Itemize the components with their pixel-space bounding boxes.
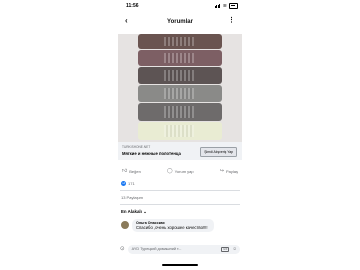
status-bar: 11:56 ≋	[116, 0, 244, 10]
reaction-count: 171	[128, 181, 135, 186]
divider	[120, 204, 240, 205]
share-icon: ↪	[219, 168, 224, 174]
comment-icon: ◯	[167, 168, 173, 174]
towel-stack-item	[138, 50, 222, 66]
comment-input[interactable]: AYD Турецкий домашний т... GIF ☺	[127, 244, 240, 254]
comments-header: ‹ Yorumlar ⋮	[116, 10, 244, 34]
towel-stack-item	[138, 122, 222, 140]
emoji-icon[interactable]: ☺	[232, 246, 237, 251]
gif-icon[interactable]: GIF	[221, 246, 229, 253]
signal-icon	[214, 3, 221, 8]
reaction-summary[interactable]: 👍︎ 171	[121, 181, 135, 186]
share-count[interactable]: 13 Paylaşım	[121, 195, 143, 200]
comment-composer: ⊙ AYD Турецкий домашний т... GIF ☺	[120, 244, 240, 254]
comment-bubble[interactable]: Ольга Опасская Спасибо ,очень хорошее ка…	[132, 219, 214, 232]
share-button[interactable]: ↪ Paylaş	[218, 166, 240, 176]
comment-button[interactable]: ◯ Yorum yap	[165, 166, 196, 176]
status-icons: ≋	[214, 2, 238, 9]
post-photo[interactable]	[118, 34, 242, 142]
shop-now-button[interactable]: Şimdi Alışveriş Yap	[200, 147, 237, 157]
sort-label: En Alakalı	[121, 209, 142, 214]
wifi-icon: ≋	[222, 2, 227, 9]
thumbs-up-icon: 👍︎	[122, 168, 128, 174]
home-indicator	[162, 264, 198, 266]
comment-label: Yorum yap	[174, 168, 194, 174]
comment-input-placeholder: AYD Турецкий домашний т...	[131, 246, 182, 251]
comment-text: Спасибо ,очень хорошее качество!!!!	[136, 225, 208, 230]
towel-stack-item	[138, 34, 222, 49]
page-title: Yorumlar	[167, 19, 193, 25]
towel-stack-item	[138, 103, 222, 121]
phone-screen: 11:56 ≋ ‹ Yorumlar ⋮ TURKISHONE.NET Мягк…	[116, 0, 244, 270]
like-reaction-icon: 👍︎	[121, 181, 126, 186]
like-button[interactable]: 👍︎ Beğen	[120, 166, 143, 176]
back-arrow-icon[interactable]: ‹	[125, 16, 128, 25]
chevron-down-icon: ⌄	[143, 209, 147, 214]
link-title: Мягкие и нежные полотенца	[122, 150, 181, 156]
post-actions: 👍︎ Beğen ◯ Yorum yap ↪ Paylaş	[120, 166, 240, 176]
link-preview[interactable]: TURKISHONE.NET Мягкие и нежные полотенца…	[118, 142, 242, 160]
status-time: 11:56	[126, 3, 139, 9]
towel-stack-item	[138, 85, 222, 102]
towel-stack-item	[138, 67, 222, 84]
comment-sort-dropdown[interactable]: En Alakalı ⌄	[121, 209, 147, 215]
like-label: Beğen	[129, 168, 141, 174]
share-label: Paylaş	[225, 168, 238, 174]
more-dots-icon[interactable]: ⋮	[228, 16, 235, 24]
avatar[interactable]	[121, 221, 129, 229]
link-domain: TURKISHONE.NET	[122, 145, 151, 149]
divider	[120, 190, 240, 191]
comment-item: Ольга Опасская Спасибо ,очень хорошее ка…	[121, 219, 214, 232]
camera-icon[interactable]: ⊙	[120, 246, 125, 252]
battery-icon	[229, 3, 238, 9]
